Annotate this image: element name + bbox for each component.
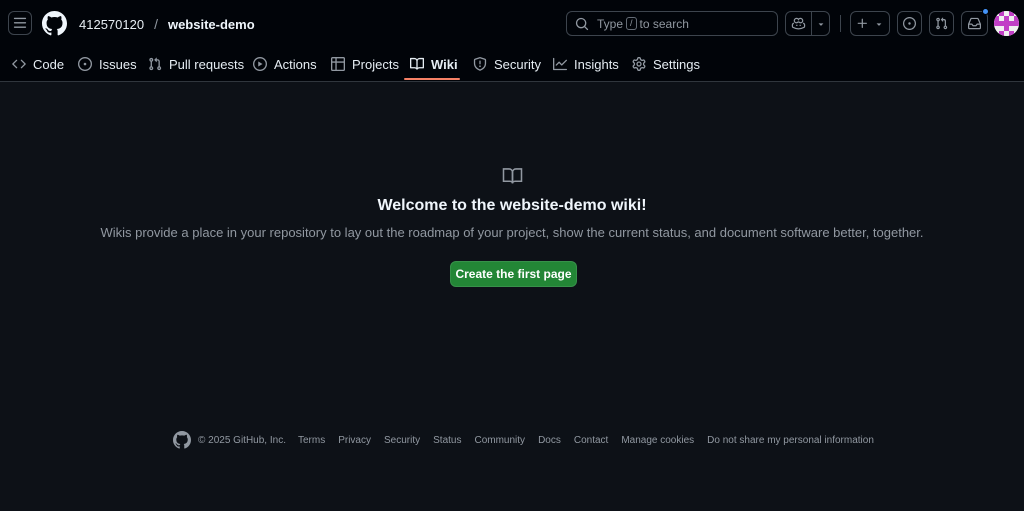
open-menu-button[interactable] (8, 11, 32, 35)
repo-navigation: Code Issues Pull requests Actions Projec… (0, 46, 1024, 82)
breadcrumb-separator: / (154, 16, 158, 32)
graph-icon (553, 57, 567, 71)
search-input[interactable]: Type / to search (566, 11, 778, 36)
git-pull-request-icon (936, 17, 948, 30)
gear-icon (632, 57, 646, 71)
footer-link-manage-cookies[interactable]: Manage cookies (621, 435, 694, 446)
copilot-icon (791, 17, 806, 30)
hamburger-icon (13, 17, 27, 28)
tab-label: Wiki (431, 56, 458, 72)
notification-indicator (982, 8, 989, 15)
tab-settings[interactable]: Settings (632, 46, 700, 82)
github-mark-icon (173, 431, 191, 449)
triangle-down-icon (876, 22, 882, 26)
footer-link-security[interactable]: Security (384, 435, 420, 446)
shield-icon (473, 57, 487, 71)
tab-projects[interactable]: Projects (331, 46, 399, 82)
tab-label: Pull requests (169, 56, 245, 72)
your-pull-requests-button[interactable] (929, 11, 954, 36)
tab-label: Actions (274, 56, 317, 72)
site-footer: © 2025 GitHub, Inc. Terms Privacy Securi… (198, 434, 887, 446)
plus-icon (857, 18, 867, 28)
issue-opened-icon (78, 57, 92, 71)
tab-label: Projects (352, 56, 399, 72)
search-placeholder-prefix: Type (597, 16, 624, 31)
tab-insights[interactable]: Insights (553, 46, 619, 82)
tab-security[interactable]: Security (473, 46, 541, 82)
global-bar: 412570120 / website-demo Type / to searc… (0, 0, 1024, 46)
breadcrumb: 412570120 / website-demo (79, 16, 255, 32)
your-issues-button[interactable] (897, 11, 922, 36)
app-header: 412570120 / website-demo Type / to searc… (0, 0, 1024, 82)
book-icon (410, 57, 424, 70)
copilot-menu-button[interactable] (811, 12, 829, 35)
footer-link-privacy[interactable]: Privacy (338, 435, 371, 446)
breadcrumb-owner-link[interactable]: 412570120 (79, 17, 144, 32)
triangle-down-icon (818, 22, 823, 26)
footer-link-contact[interactable]: Contact (574, 435, 608, 446)
blankslate-description: Wikis provide a place in your repository… (100, 225, 924, 240)
github-home-link[interactable] (42, 11, 67, 36)
copilot-button-group (785, 11, 830, 36)
tab-issues[interactable]: Issues (78, 46, 137, 82)
book-icon (502, 167, 523, 185)
code-icon (12, 59, 26, 69)
footer-link-terms[interactable]: Terms (298, 435, 325, 446)
tab-code[interactable]: Code (12, 46, 64, 82)
identicon-icon (994, 11, 1019, 36)
header-divider (840, 15, 841, 32)
tab-pull-requests[interactable]: Pull requests (148, 46, 244, 82)
tab-label: Settings (653, 56, 700, 72)
footer-link-do-not-share[interactable]: Do not share my personal information (707, 435, 874, 446)
user-avatar[interactable] (994, 11, 1019, 36)
inbox-icon (968, 17, 981, 30)
active-tab-indicator (404, 78, 460, 80)
footer-copyright: © 2025 GitHub, Inc. (198, 434, 286, 446)
create-new-button[interactable] (850, 11, 890, 36)
footer-link-status[interactable]: Status (433, 435, 461, 446)
tab-label: Insights (574, 56, 619, 72)
footer-link-docs[interactable]: Docs (538, 435, 561, 446)
play-icon (253, 57, 267, 71)
tab-label: Security (494, 56, 541, 72)
footer-github-logo[interactable] (173, 431, 191, 449)
github-mark-icon (42, 11, 67, 36)
tab-actions[interactable]: Actions (253, 46, 317, 82)
table-icon (331, 57, 345, 71)
blankslate-heading: Welcome to the website-demo wiki! (377, 197, 647, 214)
create-first-page-button[interactable]: Create the first page (450, 261, 577, 287)
tab-wiki[interactable]: Wiki (410, 46, 458, 82)
search-icon (575, 17, 589, 30)
search-placeholder-suffix: to search (639, 16, 689, 31)
copilot-button[interactable] (786, 12, 811, 35)
footer-link-community[interactable]: Community (474, 435, 525, 446)
breadcrumb-repo-link[interactable]: website-demo (168, 17, 255, 32)
issue-opened-icon (903, 17, 916, 30)
tab-label: Code (33, 56, 65, 72)
search-shortcut-key: / (626, 17, 637, 30)
tab-label: Issues (99, 56, 137, 72)
git-pull-request-icon (149, 57, 162, 71)
